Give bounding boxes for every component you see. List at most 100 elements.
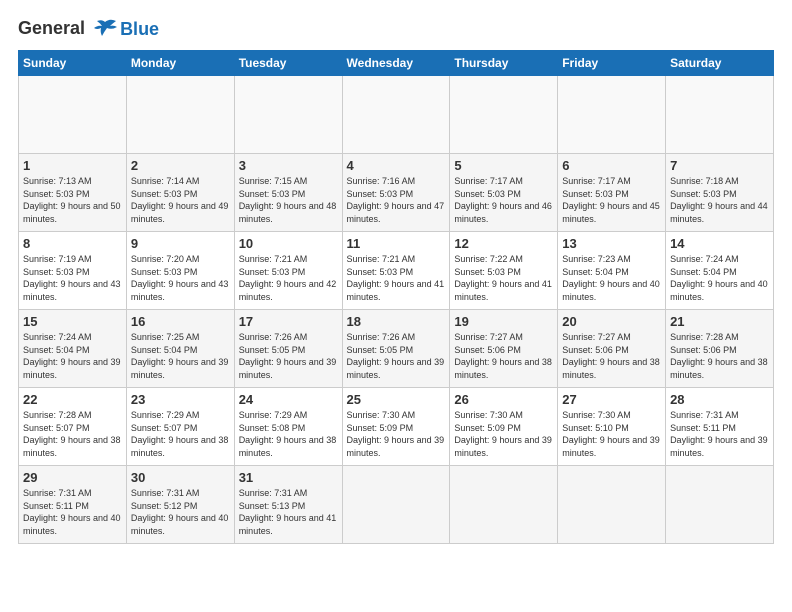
calendar-week-row: 1 Sunrise: 7:13 AMSunset: 5:03 PMDayligh… — [19, 154, 774, 232]
calendar-cell — [450, 76, 558, 154]
day-detail: Sunrise: 7:31 AMSunset: 5:12 PMDaylight:… — [131, 488, 229, 536]
calendar-cell: 17 Sunrise: 7:26 AMSunset: 5:05 PMDaylig… — [234, 310, 342, 388]
day-detail: Sunrise: 7:16 AMSunset: 5:03 PMDaylight:… — [347, 176, 445, 224]
day-number: 11 — [347, 236, 446, 251]
calendar-cell: 7 Sunrise: 7:18 AMSunset: 5:03 PMDayligh… — [666, 154, 774, 232]
day-detail: Sunrise: 7:17 AMSunset: 5:03 PMDaylight:… — [562, 176, 660, 224]
weekday-header-friday: Friday — [558, 51, 666, 76]
day-number: 14 — [670, 236, 769, 251]
day-number: 6 — [562, 158, 661, 173]
day-detail: Sunrise: 7:21 AMSunset: 5:03 PMDaylight:… — [347, 254, 445, 302]
calendar-week-row — [19, 76, 774, 154]
calendar-cell — [342, 466, 450, 544]
day-detail: Sunrise: 7:31 AMSunset: 5:11 PMDaylight:… — [23, 488, 121, 536]
calendar-cell: 21 Sunrise: 7:28 AMSunset: 5:06 PMDaylig… — [666, 310, 774, 388]
day-number: 21 — [670, 314, 769, 329]
day-detail: Sunrise: 7:31 AMSunset: 5:13 PMDaylight:… — [239, 488, 337, 536]
calendar-cell: 24 Sunrise: 7:29 AMSunset: 5:08 PMDaylig… — [234, 388, 342, 466]
calendar-cell: 16 Sunrise: 7:25 AMSunset: 5:04 PMDaylig… — [126, 310, 234, 388]
day-number: 8 — [23, 236, 122, 251]
day-number: 15 — [23, 314, 122, 329]
calendar-cell — [558, 76, 666, 154]
calendar-cell: 15 Sunrise: 7:24 AMSunset: 5:04 PMDaylig… — [19, 310, 127, 388]
calendar-cell: 19 Sunrise: 7:27 AMSunset: 5:06 PMDaylig… — [450, 310, 558, 388]
calendar-cell: 20 Sunrise: 7:27 AMSunset: 5:06 PMDaylig… — [558, 310, 666, 388]
calendar-cell: 2 Sunrise: 7:14 AMSunset: 5:03 PMDayligh… — [126, 154, 234, 232]
day-detail: Sunrise: 7:22 AMSunset: 5:03 PMDaylight:… — [454, 254, 552, 302]
calendar-cell — [666, 76, 774, 154]
calendar-table: SundayMondayTuesdayWednesdayThursdayFrid… — [18, 50, 774, 544]
day-detail: Sunrise: 7:30 AMSunset: 5:10 PMDaylight:… — [562, 410, 660, 458]
calendar-cell: 1 Sunrise: 7:13 AMSunset: 5:03 PMDayligh… — [19, 154, 127, 232]
page: General Blue SundayMondayTuesdayWednesda… — [0, 0, 792, 612]
calendar-cell: 30 Sunrise: 7:31 AMSunset: 5:12 PMDaylig… — [126, 466, 234, 544]
calendar-cell: 6 Sunrise: 7:17 AMSunset: 5:03 PMDayligh… — [558, 154, 666, 232]
logo-bird-icon — [92, 18, 118, 40]
calendar-cell: 31 Sunrise: 7:31 AMSunset: 5:13 PMDaylig… — [234, 466, 342, 544]
day-number: 29 — [23, 470, 122, 485]
day-number: 9 — [131, 236, 230, 251]
calendar-cell: 25 Sunrise: 7:30 AMSunset: 5:09 PMDaylig… — [342, 388, 450, 466]
day-number: 4 — [347, 158, 446, 173]
calendar-cell: 28 Sunrise: 7:31 AMSunset: 5:11 PMDaylig… — [666, 388, 774, 466]
calendar-cell: 29 Sunrise: 7:31 AMSunset: 5:11 PMDaylig… — [19, 466, 127, 544]
day-detail: Sunrise: 7:20 AMSunset: 5:03 PMDaylight:… — [131, 254, 229, 302]
day-number: 19 — [454, 314, 553, 329]
calendar-cell — [234, 76, 342, 154]
calendar-cell — [450, 466, 558, 544]
calendar-cell: 10 Sunrise: 7:21 AMSunset: 5:03 PMDaylig… — [234, 232, 342, 310]
day-detail: Sunrise: 7:18 AMSunset: 5:03 PMDaylight:… — [670, 176, 768, 224]
day-number: 31 — [239, 470, 338, 485]
logo: General Blue — [18, 18, 159, 40]
day-number: 26 — [454, 392, 553, 407]
day-number: 22 — [23, 392, 122, 407]
calendar-cell: 8 Sunrise: 7:19 AMSunset: 5:03 PMDayligh… — [19, 232, 127, 310]
calendar-cell — [666, 466, 774, 544]
day-number: 16 — [131, 314, 230, 329]
calendar-cell: 13 Sunrise: 7:23 AMSunset: 5:04 PMDaylig… — [558, 232, 666, 310]
day-detail: Sunrise: 7:13 AMSunset: 5:03 PMDaylight:… — [23, 176, 121, 224]
day-number: 30 — [131, 470, 230, 485]
day-detail: Sunrise: 7:28 AMSunset: 5:06 PMDaylight:… — [670, 332, 768, 380]
calendar-cell: 22 Sunrise: 7:28 AMSunset: 5:07 PMDaylig… — [19, 388, 127, 466]
day-number: 28 — [670, 392, 769, 407]
weekday-header-monday: Monday — [126, 51, 234, 76]
day-detail: Sunrise: 7:21 AMSunset: 5:03 PMDaylight:… — [239, 254, 337, 302]
day-number: 10 — [239, 236, 338, 251]
calendar-cell: 26 Sunrise: 7:30 AMSunset: 5:09 PMDaylig… — [450, 388, 558, 466]
weekday-header-thursday: Thursday — [450, 51, 558, 76]
calendar-cell: 9 Sunrise: 7:20 AMSunset: 5:03 PMDayligh… — [126, 232, 234, 310]
day-number: 24 — [239, 392, 338, 407]
weekday-header-row: SundayMondayTuesdayWednesdayThursdayFrid… — [19, 51, 774, 76]
calendar-week-row: 22 Sunrise: 7:28 AMSunset: 5:07 PMDaylig… — [19, 388, 774, 466]
day-detail: Sunrise: 7:23 AMSunset: 5:04 PMDaylight:… — [562, 254, 660, 302]
day-detail: Sunrise: 7:15 AMSunset: 5:03 PMDaylight:… — [239, 176, 337, 224]
weekday-header-wednesday: Wednesday — [342, 51, 450, 76]
calendar-week-row: 8 Sunrise: 7:19 AMSunset: 5:03 PMDayligh… — [19, 232, 774, 310]
logo-general: General — [18, 18, 85, 38]
day-detail: Sunrise: 7:29 AMSunset: 5:07 PMDaylight:… — [131, 410, 229, 458]
calendar-cell: 23 Sunrise: 7:29 AMSunset: 5:07 PMDaylig… — [126, 388, 234, 466]
day-detail: Sunrise: 7:27 AMSunset: 5:06 PMDaylight:… — [454, 332, 552, 380]
calendar-cell: 5 Sunrise: 7:17 AMSunset: 5:03 PMDayligh… — [450, 154, 558, 232]
day-detail: Sunrise: 7:31 AMSunset: 5:11 PMDaylight:… — [670, 410, 768, 458]
calendar-cell: 12 Sunrise: 7:22 AMSunset: 5:03 PMDaylig… — [450, 232, 558, 310]
day-detail: Sunrise: 7:24 AMSunset: 5:04 PMDaylight:… — [23, 332, 121, 380]
calendar-week-row: 15 Sunrise: 7:24 AMSunset: 5:04 PMDaylig… — [19, 310, 774, 388]
logo-blue: Blue — [120, 19, 159, 40]
header: General Blue — [18, 18, 774, 40]
day-number: 3 — [239, 158, 338, 173]
day-number: 12 — [454, 236, 553, 251]
day-number: 27 — [562, 392, 661, 407]
calendar-cell: 11 Sunrise: 7:21 AMSunset: 5:03 PMDaylig… — [342, 232, 450, 310]
day-detail: Sunrise: 7:14 AMSunset: 5:03 PMDaylight:… — [131, 176, 229, 224]
day-detail: Sunrise: 7:30 AMSunset: 5:09 PMDaylight:… — [347, 410, 445, 458]
day-detail: Sunrise: 7:27 AMSunset: 5:06 PMDaylight:… — [562, 332, 660, 380]
calendar-cell: 4 Sunrise: 7:16 AMSunset: 5:03 PMDayligh… — [342, 154, 450, 232]
day-detail: Sunrise: 7:24 AMSunset: 5:04 PMDaylight:… — [670, 254, 768, 302]
calendar-cell: 18 Sunrise: 7:26 AMSunset: 5:05 PMDaylig… — [342, 310, 450, 388]
day-number: 20 — [562, 314, 661, 329]
day-detail: Sunrise: 7:28 AMSunset: 5:07 PMDaylight:… — [23, 410, 121, 458]
weekday-header-saturday: Saturday — [666, 51, 774, 76]
day-number: 13 — [562, 236, 661, 251]
